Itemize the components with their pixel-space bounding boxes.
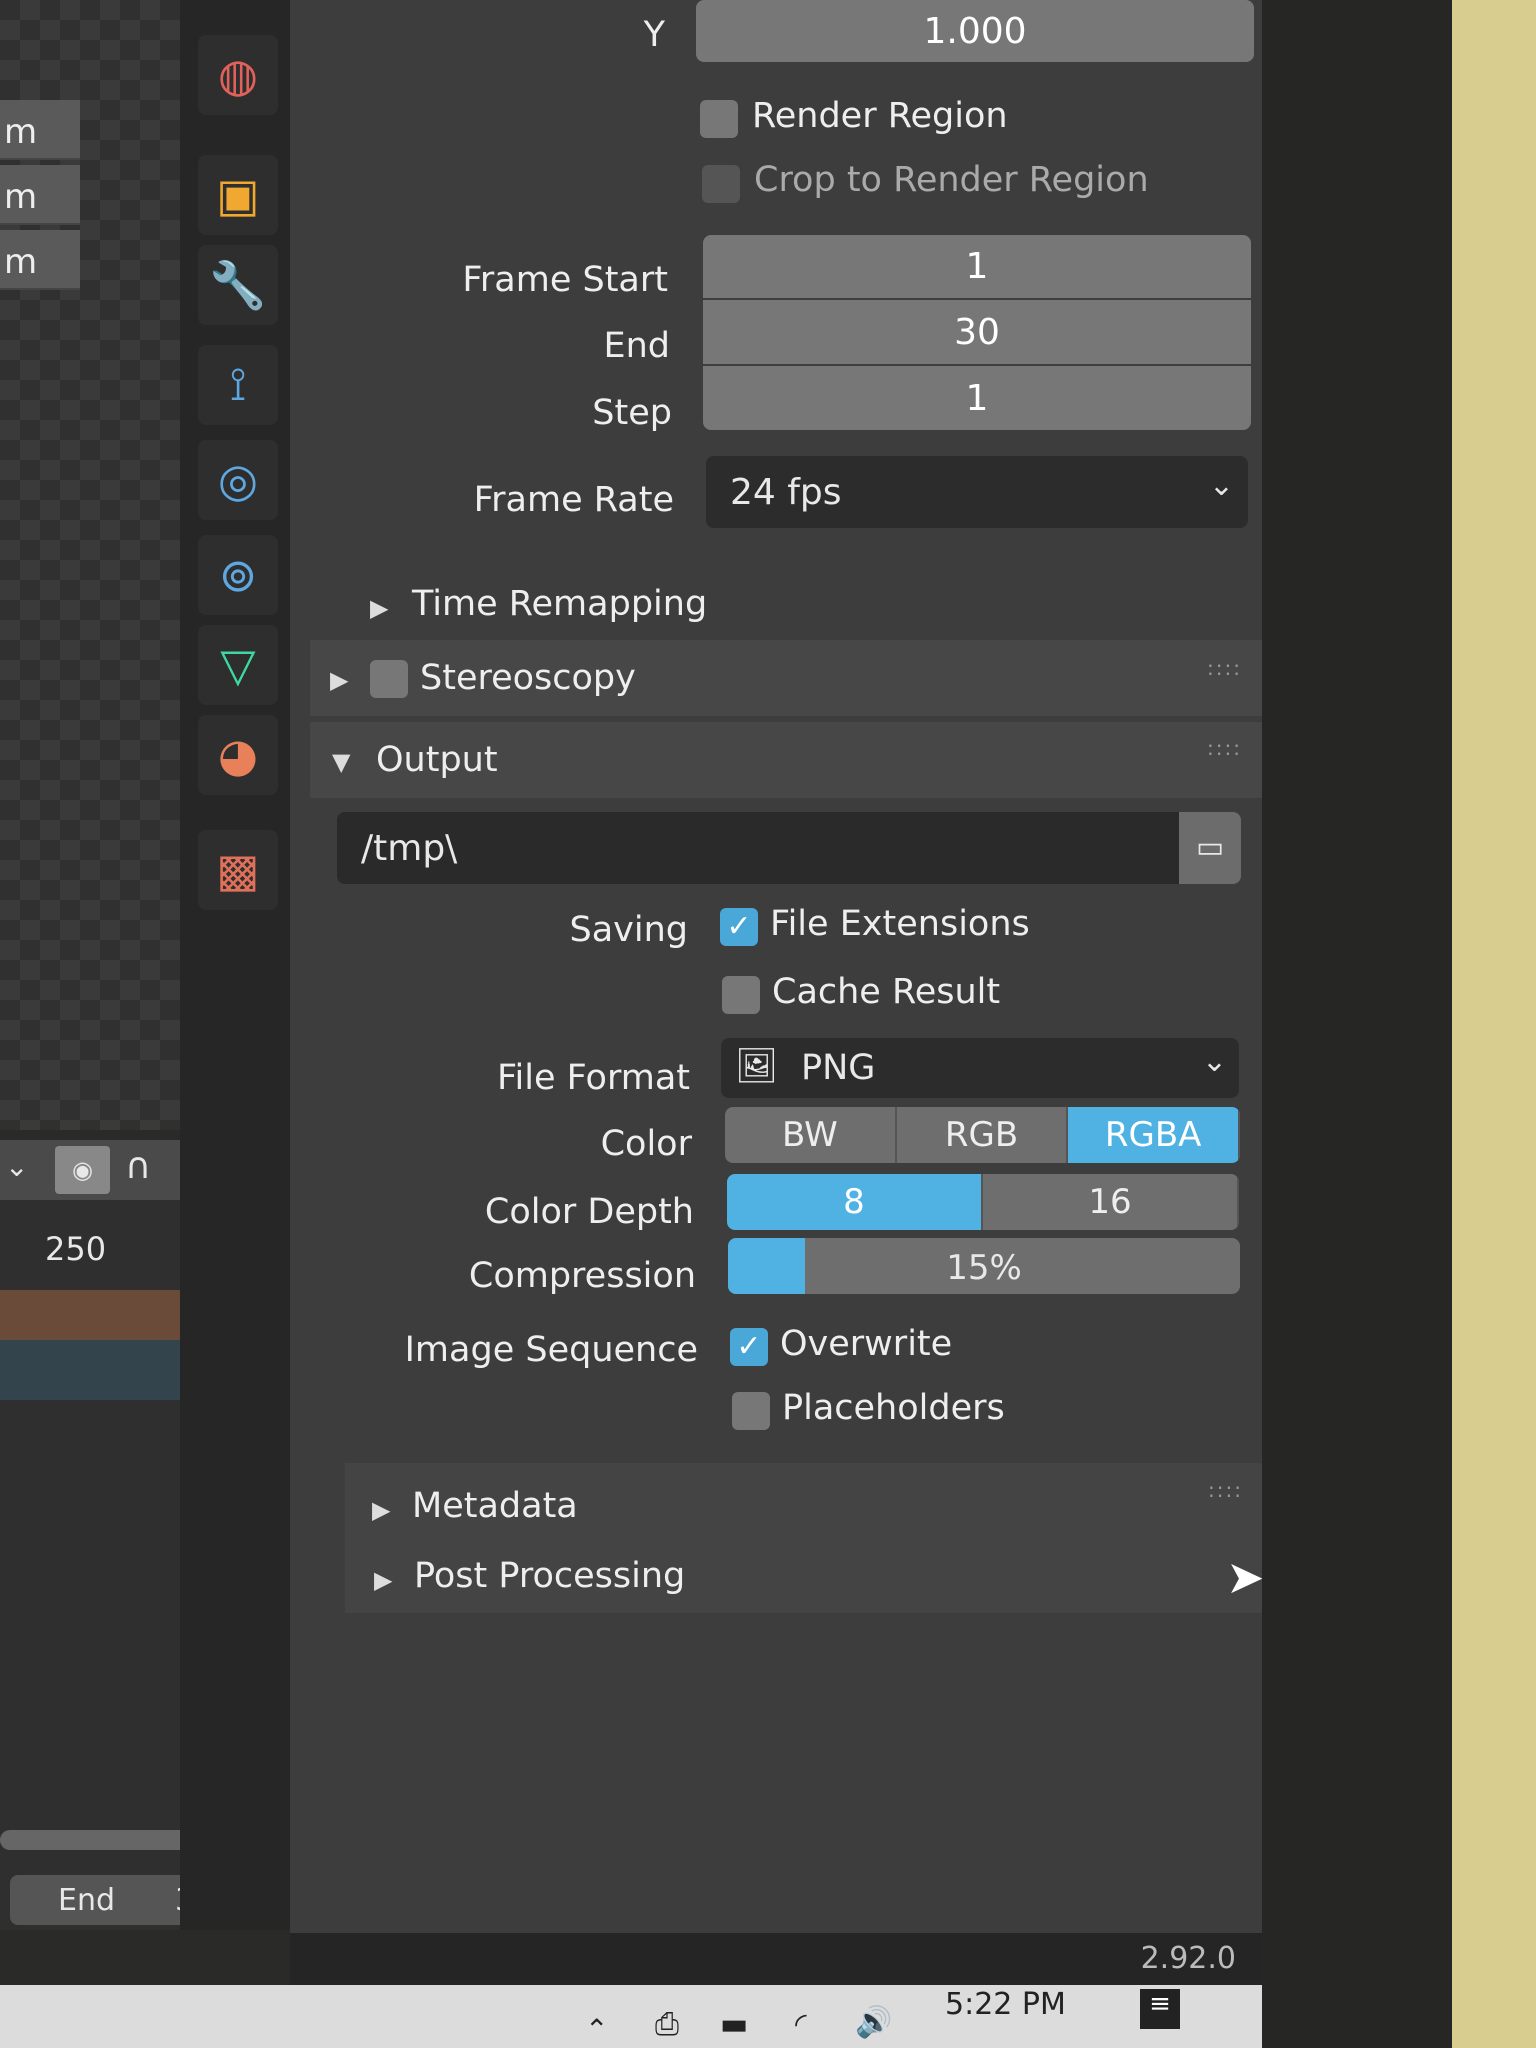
color-depth-16-option[interactable]: 16: [983, 1174, 1239, 1230]
time-remapping-header[interactable]: Time Remapping: [412, 584, 707, 624]
expand-triangle-icon[interactable]: ▶: [374, 1566, 392, 1594]
stereoscopy-panel-header[interactable]: ▶ Stereoscopy ::::: [310, 640, 1262, 716]
image-icon: 🖼: [735, 1046, 779, 1086]
expand-triangle-icon[interactable]: ▶: [330, 666, 348, 694]
stereoscopy-label: Stereoscopy: [420, 658, 636, 698]
proportional-editing-icon[interactable]: ◉: [55, 1146, 110, 1194]
version-label: 2.92.0: [1140, 1941, 1236, 1976]
viewport-button[interactable]: m: [0, 230, 80, 290]
cache-result-label: Cache Result: [772, 972, 1001, 1012]
metadata-header[interactable]: Metadata: [412, 1486, 578, 1526]
battery-icon[interactable]: ▬: [720, 2007, 748, 2042]
placeholders-label: Placeholders: [782, 1388, 1005, 1428]
placeholders-checkbox[interactable]: [732, 1392, 770, 1430]
file-extensions-label: File Extensions: [770, 904, 1030, 944]
y-label: Y: [643, 15, 665, 55]
mouse-cursor-icon: ➤: [1226, 1550, 1265, 1604]
chevron-down-icon: ⌄: [1201, 1044, 1227, 1079]
color-depth-selector[interactable]: 8 16: [727, 1174, 1239, 1230]
frame-start-field[interactable]: 1: [703, 235, 1251, 298]
compression-value: 15%: [946, 1248, 1022, 1288]
frame-rate-dropdown[interactable]: 24 fps ⌄: [706, 456, 1248, 528]
crop-region-label: Crop to Render Region: [754, 160, 1149, 200]
color-rgb-option[interactable]: RGB: [896, 1107, 1069, 1163]
color-depth-8-option[interactable]: 8: [727, 1174, 983, 1230]
material-icon[interactable]: ◕: [198, 715, 278, 795]
monitor-bezel: [1262, 0, 1452, 2048]
viewport-button[interactable]: m: [0, 100, 80, 160]
end-label: End: [58, 1883, 116, 1918]
stereoscopy-checkbox[interactable]: [370, 660, 408, 698]
drag-handle-icon[interactable]: ::::: [1208, 1478, 1243, 1502]
status-bar: 2.92.0: [290, 1933, 1262, 1985]
collapse-triangle-icon[interactable]: ▼: [332, 748, 350, 776]
frame-step-field[interactable]: 1: [703, 366, 1251, 430]
compression-label: Compression: [468, 1256, 696, 1296]
wifi-icon[interactable]: ◜: [795, 2007, 807, 2042]
frame-number: 250: [45, 1230, 107, 1268]
resolution-y-field[interactable]: 1.000: [696, 0, 1254, 62]
color-bw-option[interactable]: BW: [725, 1107, 897, 1163]
output-panel-header[interactable]: ▼ Output ::::: [310, 722, 1262, 798]
compression-slider[interactable]: 15%: [728, 1238, 1240, 1294]
chevron-down-icon: ⌄: [1208, 468, 1234, 503]
overwrite-checkbox[interactable]: ✓: [730, 1328, 768, 1366]
file-format-dropdown[interactable]: 🖼 PNG ⌄: [721, 1038, 1239, 1098]
windows-taskbar: ⌃ ⎙ ▬ ◜ 🔊 5:22 PM ≡: [0, 1985, 1262, 2048]
frame-step-label: Step: [592, 393, 672, 433]
particles-icon[interactable]: ⟟: [198, 345, 278, 425]
frame-rate-label: Frame Rate: [473, 480, 674, 520]
frame-start-label: Frame Start: [462, 260, 668, 300]
output-path-value: /tmp\: [361, 828, 458, 869]
color-depth-label: Color Depth: [484, 1192, 694, 1232]
constraints-icon[interactable]: ⊚: [198, 535, 278, 615]
expand-triangle-icon[interactable]: ▶: [370, 594, 388, 622]
object-data-icon[interactable]: ▽: [198, 625, 278, 705]
file-extensions-checkbox[interactable]: ✓: [720, 908, 758, 946]
physics-icon[interactable]: ◎: [198, 440, 278, 520]
color-rgba-option[interactable]: RGBA: [1068, 1107, 1240, 1163]
render-region-icon[interactable]: ▣: [198, 155, 278, 235]
texture-icon[interactable]: ▩: [198, 830, 278, 910]
file-format-value: PNG: [801, 1048, 876, 1088]
file-format-label: File Format: [496, 1058, 690, 1098]
folder-icon[interactable]: ▭: [1179, 812, 1241, 884]
saving-label: Saving: [569, 910, 688, 950]
color-label: Color: [600, 1124, 692, 1164]
clock[interactable]: 5:22 PM: [945, 1987, 1066, 2022]
render-region-label: Render Region: [752, 96, 1008, 136]
background-wall: [1450, 0, 1536, 2048]
post-processing-header[interactable]: Post Processing: [414, 1556, 685, 1596]
output-title: Output: [376, 740, 498, 780]
viewport-button[interactable]: m: [0, 165, 80, 225]
expand-triangle-icon[interactable]: ▶: [372, 1496, 390, 1524]
notifications-icon[interactable]: ≡: [1140, 1989, 1180, 2029]
camera-icon[interactable]: ⎙: [655, 2007, 679, 2042]
frame-rate-value: 24 fps: [730, 472, 842, 513]
drag-handle-icon[interactable]: ::::: [1207, 656, 1242, 680]
crop-region-checkbox[interactable]: [702, 165, 740, 203]
drag-handle-icon[interactable]: ::::: [1207, 736, 1242, 760]
color-mode-selector[interactable]: BW RGB RGBA: [725, 1107, 1240, 1163]
volume-icon[interactable]: 🔊: [855, 2005, 892, 2040]
chevron-down-icon[interactable]: ⌄: [5, 1150, 28, 1183]
cache-result-checkbox[interactable]: [722, 976, 760, 1014]
frame-end-field[interactable]: 30: [703, 300, 1251, 364]
output-path-field[interactable]: /tmp\ ▭: [337, 812, 1241, 884]
show-hidden-icons-icon[interactable]: ⌃: [585, 2013, 608, 2046]
render-region-checkbox[interactable]: [700, 100, 738, 138]
frame-end-label: End: [603, 326, 670, 366]
falloff-curve-icon[interactable]: ∩: [125, 1146, 151, 1187]
image-sequence-label: Image Sequence: [404, 1330, 698, 1370]
overwrite-label: Overwrite: [780, 1324, 953, 1364]
modifier-wrench-icon[interactable]: 🔧: [198, 245, 278, 325]
